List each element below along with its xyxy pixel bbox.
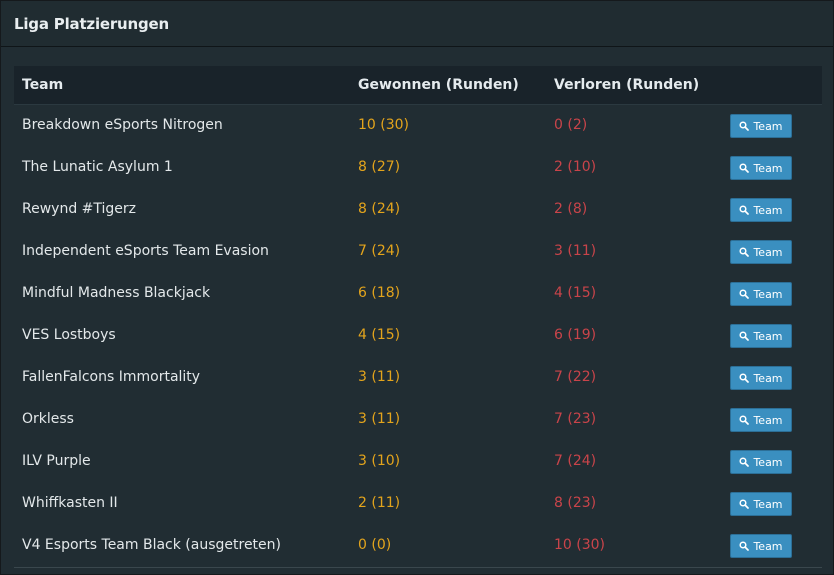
team-name: VES Lostboys — [22, 327, 116, 343]
team-button[interactable]: Team — [730, 324, 792, 348]
search-icon — [739, 247, 750, 257]
team-button-label: Team — [753, 497, 783, 511]
table-row: ILV Purple 3 (10) 7 (24) Team — [14, 441, 822, 483]
team-button[interactable]: Team — [730, 240, 792, 264]
team-button-label: Team — [753, 329, 783, 343]
team-button-label: Team — [753, 413, 783, 427]
table-row: Breakdown eSports Nitrogen 10 (30) 0 (2) Te… — [14, 105, 822, 147]
won-rounds: 10 (30) — [358, 117, 410, 133]
panel-title: Liga Platzierungen — [14, 14, 169, 33]
team-button-label: Team — [753, 119, 783, 133]
team-name: V4 Esports Team Black (ausgetreten) — [22, 537, 281, 553]
search-icon — [739, 373, 750, 383]
team-button-label: Team — [753, 245, 783, 259]
search-icon — [739, 541, 750, 551]
won-rounds: 6 (18) — [358, 285, 401, 301]
won-rounds: 3 (11) — [358, 369, 401, 385]
lost-rounds: 6 (19) — [554, 327, 597, 343]
team-name: The Lunatic Asylum 1 — [22, 159, 173, 175]
header-team: Team — [22, 77, 64, 93]
lost-rounds: 2 (10) — [554, 159, 597, 175]
search-icon — [739, 331, 750, 341]
league-standings-panel: Liga Platzierungen Team Gewonnen (Runden… — [0, 0, 834, 575]
team-name: Orkless — [22, 411, 74, 427]
team-name: Mindful Madness Blackjack — [22, 285, 211, 301]
team-button[interactable]: Team — [730, 282, 792, 306]
lost-rounds: 4 (15) — [554, 285, 597, 301]
team-name: ILV Purple — [22, 453, 91, 469]
search-icon — [739, 499, 750, 509]
table-row: Independent eSports Team Evasion 7 (24) 3 … — [14, 231, 822, 273]
team-button-label: Team — [753, 371, 783, 385]
team-name: Rewynd #Tigerz — [22, 201, 137, 217]
won-rounds: 4 (15) — [358, 327, 401, 343]
team-button-label: Team — [753, 287, 783, 301]
standings-table: Team Gewonnen (Runden) Verloren (Runden)… — [14, 66, 822, 568]
search-icon — [739, 163, 750, 173]
search-icon — [739, 289, 750, 299]
lost-rounds: 7 (23) — [554, 411, 597, 427]
won-rounds: 3 (11) — [358, 411, 401, 427]
team-name: Independent eSports Team Evasion — [22, 243, 269, 259]
team-button-label: Team — [753, 539, 783, 553]
team-button[interactable]: Team — [730, 492, 792, 516]
lost-rounds: 0 (2) — [554, 117, 588, 133]
won-rounds: 2 (11) — [358, 495, 401, 511]
table-row: Whiffkasten II 2 (11) 8 (23) Team — [14, 483, 822, 525]
lost-rounds: 2 (8) — [554, 201, 588, 217]
team-name: Whiffkasten II — [22, 495, 118, 511]
team-button[interactable]: Team — [730, 198, 792, 222]
lost-rounds: 3 (11) — [554, 243, 597, 259]
table-row: FallenFalcons Immortality 3 (11) 7 (22) Tea… — [14, 357, 822, 399]
team-button[interactable]: Team — [730, 408, 792, 432]
table-row: Orkless 3 (11) 7 (23) Team — [14, 399, 822, 441]
team-button[interactable]: Team — [730, 114, 792, 138]
table-row: The Lunatic Asylum 1 8 (27) 2 (10) Team — [14, 147, 822, 189]
team-button-label: Team — [753, 203, 783, 217]
lost-rounds: 10 (30) — [554, 537, 606, 553]
table-row: Mindful Madness Blackjack 6 (18) 4 (15) Tea… — [14, 273, 822, 315]
table-header: Team Gewonnen (Runden) Verloren (Runden) — [14, 66, 822, 105]
won-rounds: 3 (10) — [358, 453, 401, 469]
won-rounds: 8 (24) — [358, 201, 401, 217]
lost-rounds: 7 (22) — [554, 369, 597, 385]
won-rounds: 0 (0) — [358, 537, 392, 553]
header-won: Gewonnen (Runden) — [358, 77, 519, 93]
team-button-label: Team — [753, 161, 783, 175]
team-name: FallenFalcons Immortality — [22, 369, 201, 385]
table-row: Rewynd #Tigerz 8 (24) 2 (8) Team — [14, 189, 822, 231]
table-row: V4 Esports Team Black (ausgetreten) 0 (0)… — [14, 525, 822, 567]
panel-header: Liga Platzierungen — [1, 1, 833, 47]
lost-rounds: 8 (23) — [554, 495, 597, 511]
search-icon — [739, 121, 750, 131]
team-button[interactable]: Team — [730, 534, 792, 558]
team-button-label: Team — [753, 455, 783, 469]
search-icon — [739, 415, 750, 425]
team-button[interactable]: Team — [730, 366, 792, 390]
search-icon — [739, 457, 750, 467]
table-row: VES Lostboys 4 (15) 6 (19) Team — [14, 315, 822, 357]
table-body: Breakdown eSports Nitrogen 10 (30) 0 (2) Te… — [14, 105, 822, 567]
lost-rounds: 7 (24) — [554, 453, 597, 469]
team-name: Breakdown eSports Nitrogen — [22, 117, 223, 133]
won-rounds: 7 (24) — [358, 243, 401, 259]
header-lost: Verloren (Runden) — [554, 77, 700, 93]
table-bottom-border — [14, 567, 822, 568]
team-button[interactable]: Team — [730, 156, 792, 180]
team-button[interactable]: Team — [730, 450, 792, 474]
search-icon — [739, 205, 750, 215]
won-rounds: 8 (27) — [358, 159, 401, 175]
